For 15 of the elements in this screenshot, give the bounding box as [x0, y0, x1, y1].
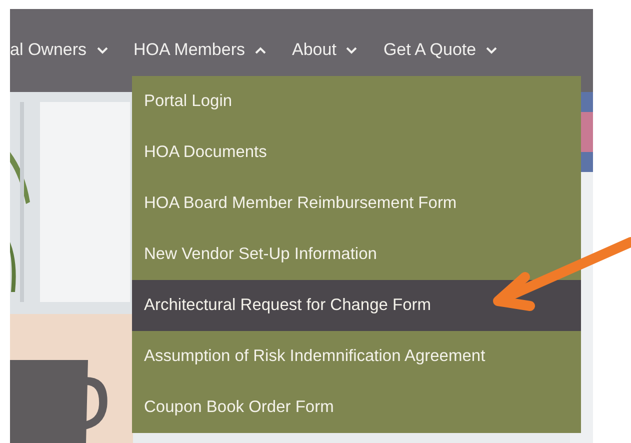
nav-menu-item[interactable]: Get A Quote	[383, 40, 498, 60]
dropdown-item[interactable]: Assumption of Risk Indemnification Agreement	[132, 331, 581, 382]
chevron-down-icon	[346, 46, 358, 54]
chevron-down-icon	[96, 46, 108, 54]
chevron-up-icon	[255, 46, 266, 54]
nav-menu-item[interactable]: About	[292, 40, 358, 60]
dropdown-item[interactable]: HOA Board Member Reimbursement Form	[132, 178, 581, 229]
nav-menu-item[interactable]: al Owners	[10, 40, 108, 60]
dropdown-item[interactable]: Coupon Book Order Form	[132, 382, 581, 433]
nav-menu-item[interactable]: HOA Members	[134, 40, 266, 60]
dropdown-item[interactable]: New Vendor Set-Up Information	[132, 229, 581, 280]
chevron-down-icon	[486, 46, 498, 54]
dropdown-item[interactable]: HOA Documents	[132, 127, 581, 178]
dropdown-item[interactable]: Portal Login	[132, 76, 581, 127]
dropdown-item[interactable]: Architectural Request for Change Form	[132, 280, 581, 331]
